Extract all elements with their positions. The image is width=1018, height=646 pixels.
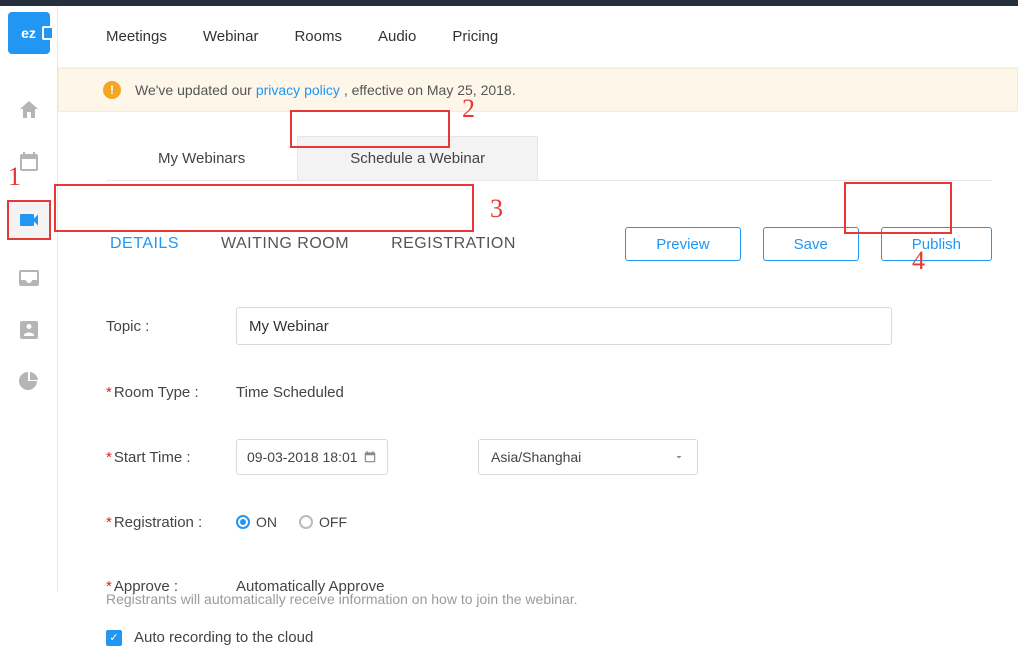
radio-on-icon	[236, 515, 250, 529]
chevron-down-icon	[673, 451, 685, 463]
radio-on-label: ON	[256, 514, 277, 530]
annotation-num-1: 1	[8, 162, 21, 192]
nav-audio[interactable]: Audio	[378, 28, 416, 45]
timezone-select[interactable]: Asia/Shanghai	[478, 439, 698, 475]
start-time-input[interactable]: 09-03-2018 18:01	[236, 439, 388, 475]
nav-pricing[interactable]: Pricing	[452, 28, 498, 45]
notice-text-suffix: , effective on May 25, 2018.	[344, 82, 516, 98]
annotation-num-4: 4	[912, 246, 925, 276]
home-icon[interactable]	[15, 96, 43, 124]
warning-icon: !	[103, 81, 121, 99]
logo-text: ez	[21, 25, 36, 41]
nav-rooms[interactable]: Rooms	[294, 28, 342, 45]
action-buttons: Preview Save Publish	[625, 227, 992, 261]
radio-off-icon	[299, 515, 313, 529]
annotation-box-3	[54, 184, 474, 232]
room-type-value: Time Scheduled	[236, 384, 344, 401]
room-type-label: *Room Type :	[106, 384, 236, 401]
analytics-icon[interactable]	[15, 368, 43, 396]
webinar-tabs: My Webinars Schedule a Webinar	[106, 136, 992, 181]
subtab-registration[interactable]: REGISTRATION	[391, 235, 516, 253]
registration-label: *Registration :	[106, 514, 236, 531]
subtab-waiting-room[interactable]: WAITING ROOM	[221, 235, 349, 253]
privacy-policy-link[interactable]: privacy policy	[256, 82, 340, 98]
app-logo[interactable]: ez	[8, 12, 50, 54]
registration-off-radio[interactable]: OFF	[299, 514, 347, 530]
logo-cam-icon	[42, 26, 54, 40]
annotation-num-3: 3	[490, 194, 503, 224]
radio-off-label: OFF	[319, 514, 347, 530]
nav-webinar[interactable]: Webinar	[203, 28, 259, 45]
auto-record-label: Auto recording to the cloud	[134, 629, 313, 646]
notice-text-prefix: We've updated our	[135, 82, 252, 98]
inbox-icon[interactable]	[15, 264, 43, 292]
top-nav: Meetings Webinar Rooms Audio Pricing	[58, 6, 1018, 68]
preview-button[interactable]: Preview	[625, 227, 740, 261]
start-time-label: *Start Time :	[106, 449, 236, 466]
timezone-value: Asia/Shanghai	[491, 449, 581, 465]
start-time-value: 09-03-2018 18:01	[247, 449, 358, 465]
nav-meetings[interactable]: Meetings	[106, 28, 167, 45]
topic-label: Topic :	[106, 318, 236, 335]
contacts-icon[interactable]	[15, 316, 43, 344]
sidebar: ez	[0, 6, 58, 592]
registration-on-radio[interactable]: ON	[236, 514, 277, 530]
approve-helper-text: Registrants will automatically receive i…	[106, 591, 992, 607]
notice-banner: ! We've updated our privacy policy , eff…	[58, 68, 1018, 112]
annotation-num-2: 2	[462, 94, 475, 124]
auto-record-checkbox[interactable]: ✓	[106, 630, 122, 646]
webinar-video-icon[interactable]	[7, 200, 51, 240]
subtab-details[interactable]: DETAILS	[110, 235, 179, 253]
subtabs: DETAILS WAITING ROOM REGISTRATION	[106, 235, 516, 253]
tab-schedule-webinar[interactable]: Schedule a Webinar	[297, 136, 538, 180]
calendar-picker-icon	[363, 450, 377, 464]
publish-button[interactable]: Publish	[881, 227, 992, 261]
tab-my-webinars[interactable]: My Webinars	[106, 136, 297, 180]
topic-input[interactable]	[236, 307, 892, 345]
save-button[interactable]: Save	[763, 227, 859, 261]
